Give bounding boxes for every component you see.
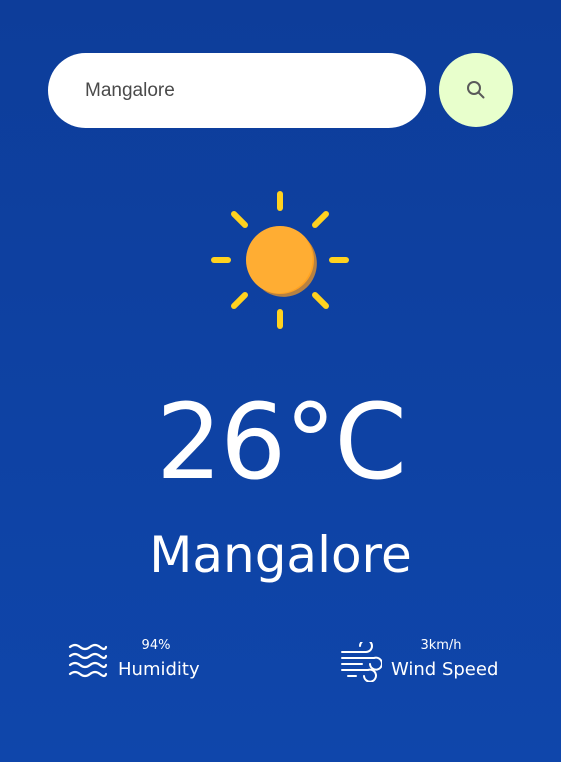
search-button[interactable] <box>439 53 513 127</box>
search-icon <box>467 81 485 99</box>
wind-speed-label: Wind Speed <box>391 659 499 680</box>
wind-icon <box>341 642 382 682</box>
weather-card: 26°C Mangalore 94% Humidity 3km/h Wind S… <box>0 0 561 762</box>
humidity-value: 94% <box>141 638 171 653</box>
wind-detail: 3km/h Wind Speed <box>340 636 510 686</box>
sun-icon <box>211 191 349 329</box>
temperature: 26°C <box>156 381 407 503</box>
city-name: Mangalore <box>149 526 412 584</box>
humidity-detail: 94% Humidity <box>68 636 208 686</box>
humidity-waves-icon <box>68 643 108 678</box>
search-input[interactable] <box>48 53 426 128</box>
wind-speed-value: 3km/h <box>420 638 462 653</box>
humidity-label: Humidity <box>118 659 200 680</box>
